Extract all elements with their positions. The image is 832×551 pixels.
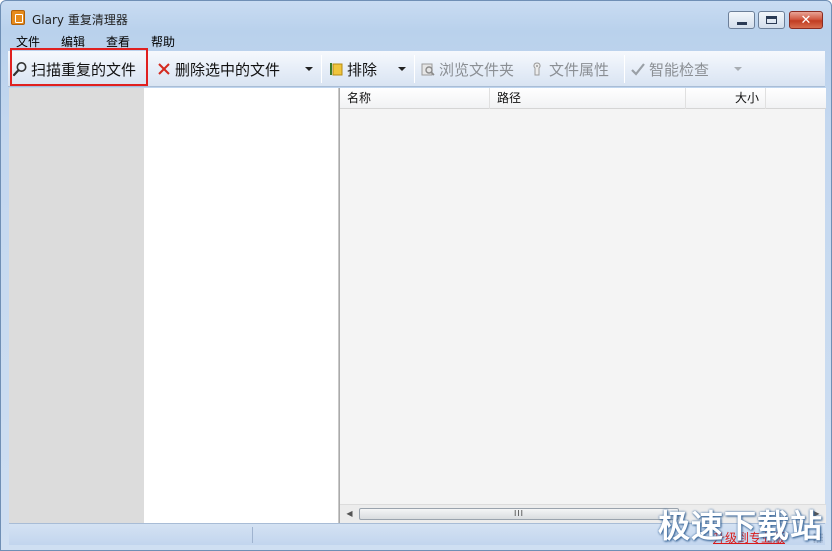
browse-folder-icon bbox=[421, 63, 435, 76]
folder-tree-pane[interactable] bbox=[144, 88, 339, 523]
close-button[interactable]: ✕ bbox=[789, 11, 823, 29]
app-logo-icon bbox=[11, 10, 25, 25]
file-properties-button[interactable]: 文件属性 bbox=[530, 51, 609, 87]
scroll-left-arrow-icon[interactable]: ◀ bbox=[341, 505, 358, 523]
delete-dropdown-arrow[interactable] bbox=[305, 67, 313, 71]
smart-check-button[interactable]: 智能检查 bbox=[630, 51, 709, 87]
toolbar-separator bbox=[414, 55, 415, 83]
exclude-button[interactable]: 排除 bbox=[328, 51, 377, 87]
minimize-icon bbox=[736, 21, 747, 25]
app-window: Glary 重复清理器 ✕ 文件 编辑 查看 帮助 扫描重复的文件 删除选中的文… bbox=[0, 0, 832, 551]
maximize-icon bbox=[766, 16, 777, 24]
exclude-icon bbox=[330, 63, 343, 76]
left-navigation-pane bbox=[9, 88, 144, 523]
column-size[interactable]: 大小 bbox=[686, 88, 766, 109]
toolbar-separator bbox=[321, 55, 322, 83]
file-properties-label: 文件属性 bbox=[549, 60, 610, 79]
file-properties-icon bbox=[533, 62, 541, 76]
smart-check-dropdown-arrow[interactable] bbox=[734, 67, 742, 71]
delete-selected-label: 删除选中的文件 bbox=[175, 60, 281, 79]
maximize-button[interactable] bbox=[758, 11, 785, 29]
scroll-thumb[interactable]: III bbox=[359, 508, 679, 520]
results-list[interactable]: 名称 路径 大小 ◀ III ▶ bbox=[339, 88, 826, 523]
smart-check-label: 智能检查 bbox=[649, 60, 710, 79]
title-bar[interactable]: Glary 重复清理器 ✕ bbox=[1, 1, 831, 33]
status-separator bbox=[252, 527, 253, 543]
browse-folder-label: 浏览文件夹 bbox=[439, 60, 515, 79]
browse-folder-button[interactable]: 浏览文件夹 bbox=[420, 51, 514, 87]
list-header: 名称 路径 大小 bbox=[340, 88, 826, 109]
delete-selected-button[interactable]: 删除选中的文件 bbox=[156, 51, 280, 87]
minimize-button[interactable] bbox=[728, 11, 755, 29]
red-x-icon bbox=[158, 63, 170, 75]
scan-button-highlight bbox=[10, 48, 148, 86]
checkmark-icon bbox=[631, 63, 645, 76]
exclude-dropdown-arrow[interactable] bbox=[398, 67, 406, 71]
exclude-label: 排除 bbox=[347, 60, 378, 79]
column-name[interactable]: 名称 bbox=[340, 88, 490, 109]
toolbar-separator bbox=[624, 55, 625, 83]
site-watermark: 极速下载站 bbox=[658, 507, 824, 545]
close-icon: ✕ bbox=[800, 12, 812, 28]
column-path[interactable]: 路径 bbox=[490, 88, 686, 109]
window-title: Glary 重复清理器 bbox=[32, 13, 128, 27]
